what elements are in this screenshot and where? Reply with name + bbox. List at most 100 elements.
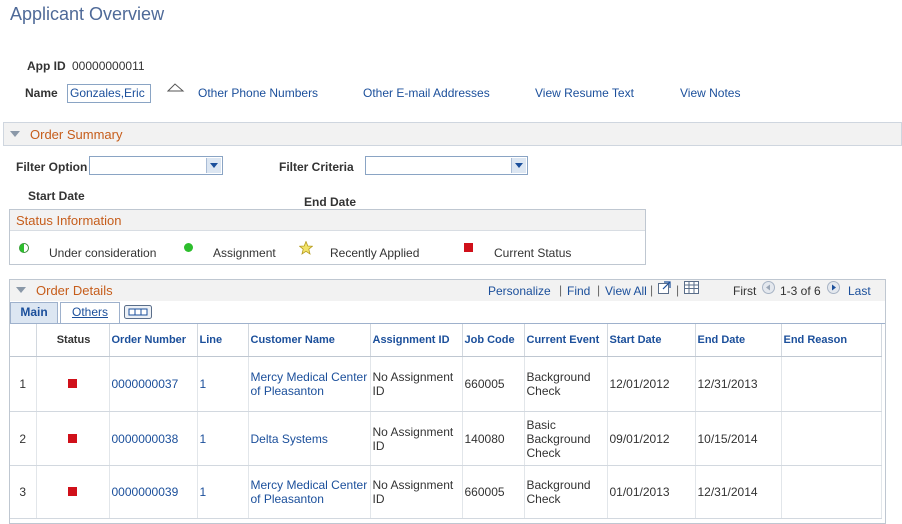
start-date-label: Start Date xyxy=(28,189,85,203)
end-date-cell: 10/15/2014 xyxy=(695,411,782,466)
order-summary-header[interactable]: Order Summary xyxy=(30,127,122,142)
red-square-icon xyxy=(68,433,77,443)
assignment-id-cell: No Assignment ID xyxy=(370,356,463,412)
row-number: 2 xyxy=(10,411,37,466)
current-event-cell: Background Check xyxy=(524,356,608,412)
table-row: 1 0000000037 1 Mercy Medical Center of P… xyxy=(10,356,882,412)
column-header-customer-name[interactable]: Customer Name xyxy=(248,324,371,357)
customer-name-link[interactable]: Mercy Medical Center of Pleasanton xyxy=(251,478,368,506)
app-id-value: 00000000011 xyxy=(72,59,145,73)
start-date-cell: 01/01/2013 xyxy=(607,465,696,519)
other-phone-numbers-link[interactable]: Other Phone Numbers xyxy=(198,86,318,100)
assignment-id-cell: No Assignment ID xyxy=(370,411,463,466)
order-number-link[interactable]: 0000000038 xyxy=(112,432,179,446)
half-circle-icon xyxy=(19,242,29,253)
column-header-start-date[interactable]: Start Date xyxy=(607,324,696,357)
order-details-table: Status Order Number Line Customer Name A… xyxy=(10,324,882,519)
collapse-arrow-icon[interactable] xyxy=(16,287,26,293)
view-all-link[interactable]: View All xyxy=(605,284,647,298)
end-reason-cell xyxy=(781,356,882,412)
column-header-rownum xyxy=(10,324,37,357)
legend-assignment: Assignment xyxy=(213,246,276,260)
customer-name-link[interactable]: Delta Systems xyxy=(251,432,328,446)
current-event-cell: Background Check xyxy=(524,465,608,519)
status-cell xyxy=(36,465,110,519)
order-number-link[interactable]: 0000000039 xyxy=(112,485,179,499)
filter-criteria-select[interactable] xyxy=(365,156,528,175)
row-number: 1 xyxy=(10,356,37,412)
other-email-addresses-link[interactable]: Other E-mail Addresses xyxy=(363,86,490,100)
red-square-icon xyxy=(68,487,77,496)
job-code-cell: 660005 xyxy=(462,465,525,519)
order-details-grid: Order Details Personalize | Find | View … xyxy=(9,279,886,524)
table-row: 3 0000000039 1 Mercy Medical Center of P… xyxy=(10,465,882,519)
table-row: 2 0000000038 1 Delta Systems No Assignme… xyxy=(10,411,882,466)
column-header-line[interactable]: Line xyxy=(197,324,249,357)
column-header-assignment-id[interactable]: Assignment ID xyxy=(370,324,463,357)
customer-name-link[interactable]: Mercy Medical Center of Pleasanton xyxy=(251,370,368,398)
page-title: Applicant Overview xyxy=(10,4,165,24)
column-header-current-event[interactable]: Current Event xyxy=(524,324,608,357)
job-code-cell: 660005 xyxy=(462,356,525,412)
legend-under-consideration: Under consideration xyxy=(49,246,157,260)
filter-criteria-label: Filter Criteria xyxy=(279,160,354,174)
column-header-order-number[interactable]: Order Number xyxy=(109,324,198,357)
assignment-id-cell: No Assignment ID xyxy=(370,465,463,519)
order-number-link[interactable]: 0000000037 xyxy=(112,377,179,391)
separator: | xyxy=(676,283,680,297)
line-link[interactable]: 1 xyxy=(200,485,207,499)
tab-main[interactable]: Main xyxy=(10,302,58,323)
order-details-header[interactable]: Order Details xyxy=(36,283,113,298)
column-header-end-reason[interactable]: End Reason xyxy=(781,324,882,357)
legend-recently-applied: Recently Applied xyxy=(330,246,420,260)
column-header-status[interactable]: Status xyxy=(36,324,110,357)
column-header-job-code[interactable]: Job Code xyxy=(462,324,525,357)
view-resume-text-link[interactable]: View Resume Text xyxy=(535,86,634,100)
line-link[interactable]: 1 xyxy=(200,377,207,391)
end-date-label: End Date xyxy=(304,195,357,209)
view-notes-link[interactable]: View Notes xyxy=(680,86,740,100)
status-information-box: Status Information Under consideration A… xyxy=(9,209,646,265)
filter-option-select[interactable] xyxy=(89,156,223,175)
grid-tabs: Main Others xyxy=(10,302,885,324)
status-cell xyxy=(36,356,110,412)
job-code-cell: 140080 xyxy=(462,411,525,466)
name-link-box[interactable]: Gonzales,Eric xyxy=(67,84,151,103)
order-details-header-bar: Order Details Personalize | Find | View … xyxy=(10,280,885,301)
order-summary-bar[interactable]: Order Summary xyxy=(3,122,902,146)
line-link[interactable]: 1 xyxy=(200,432,207,446)
download-grid-icon[interactable] xyxy=(684,281,699,294)
first-label: First xyxy=(733,284,757,298)
current-event-cell: Basic Background Check xyxy=(524,411,608,466)
name-label: Name xyxy=(25,86,58,100)
filter-option-label: Filter Option xyxy=(16,160,88,174)
next-icon[interactable] xyxy=(827,281,840,294)
star-icon xyxy=(298,240,314,255)
end-reason-cell xyxy=(781,465,882,519)
end-date-cell: 12/31/2014 xyxy=(695,465,782,519)
applicant-name-link[interactable]: Gonzales,Eric xyxy=(70,86,145,100)
status-cell xyxy=(36,411,110,466)
last-link[interactable]: Last xyxy=(848,284,871,298)
green-dot-icon xyxy=(184,243,193,252)
column-header-end-date[interactable]: End Date xyxy=(695,324,782,357)
separator: | xyxy=(597,283,601,297)
start-date-cell: 09/01/2012 xyxy=(607,411,696,466)
end-date-cell: 12/31/2013 xyxy=(695,356,782,412)
status-information-header: Status Information xyxy=(16,213,122,228)
chevron-down-icon[interactable] xyxy=(511,158,526,173)
end-reason-cell xyxy=(781,411,882,466)
collapse-arrow-icon[interactable] xyxy=(10,131,20,137)
previous-icon[interactable] xyxy=(762,281,775,294)
separator: | xyxy=(559,283,563,297)
find-link[interactable]: Find xyxy=(567,284,590,298)
chevron-down-icon[interactable] xyxy=(206,158,221,173)
personalize-link[interactable]: Personalize xyxy=(488,284,551,298)
red-square-icon xyxy=(464,243,473,252)
tab-others[interactable]: Others xyxy=(60,302,120,323)
show-all-columns-icon[interactable] xyxy=(124,305,152,319)
table-header-row: Status Order Number Line Customer Name A… xyxy=(10,324,882,357)
new-window-icon[interactable] xyxy=(658,281,671,294)
row-range: 1-3 of 6 xyxy=(780,284,821,298)
edit-name-icon[interactable] xyxy=(166,82,185,94)
